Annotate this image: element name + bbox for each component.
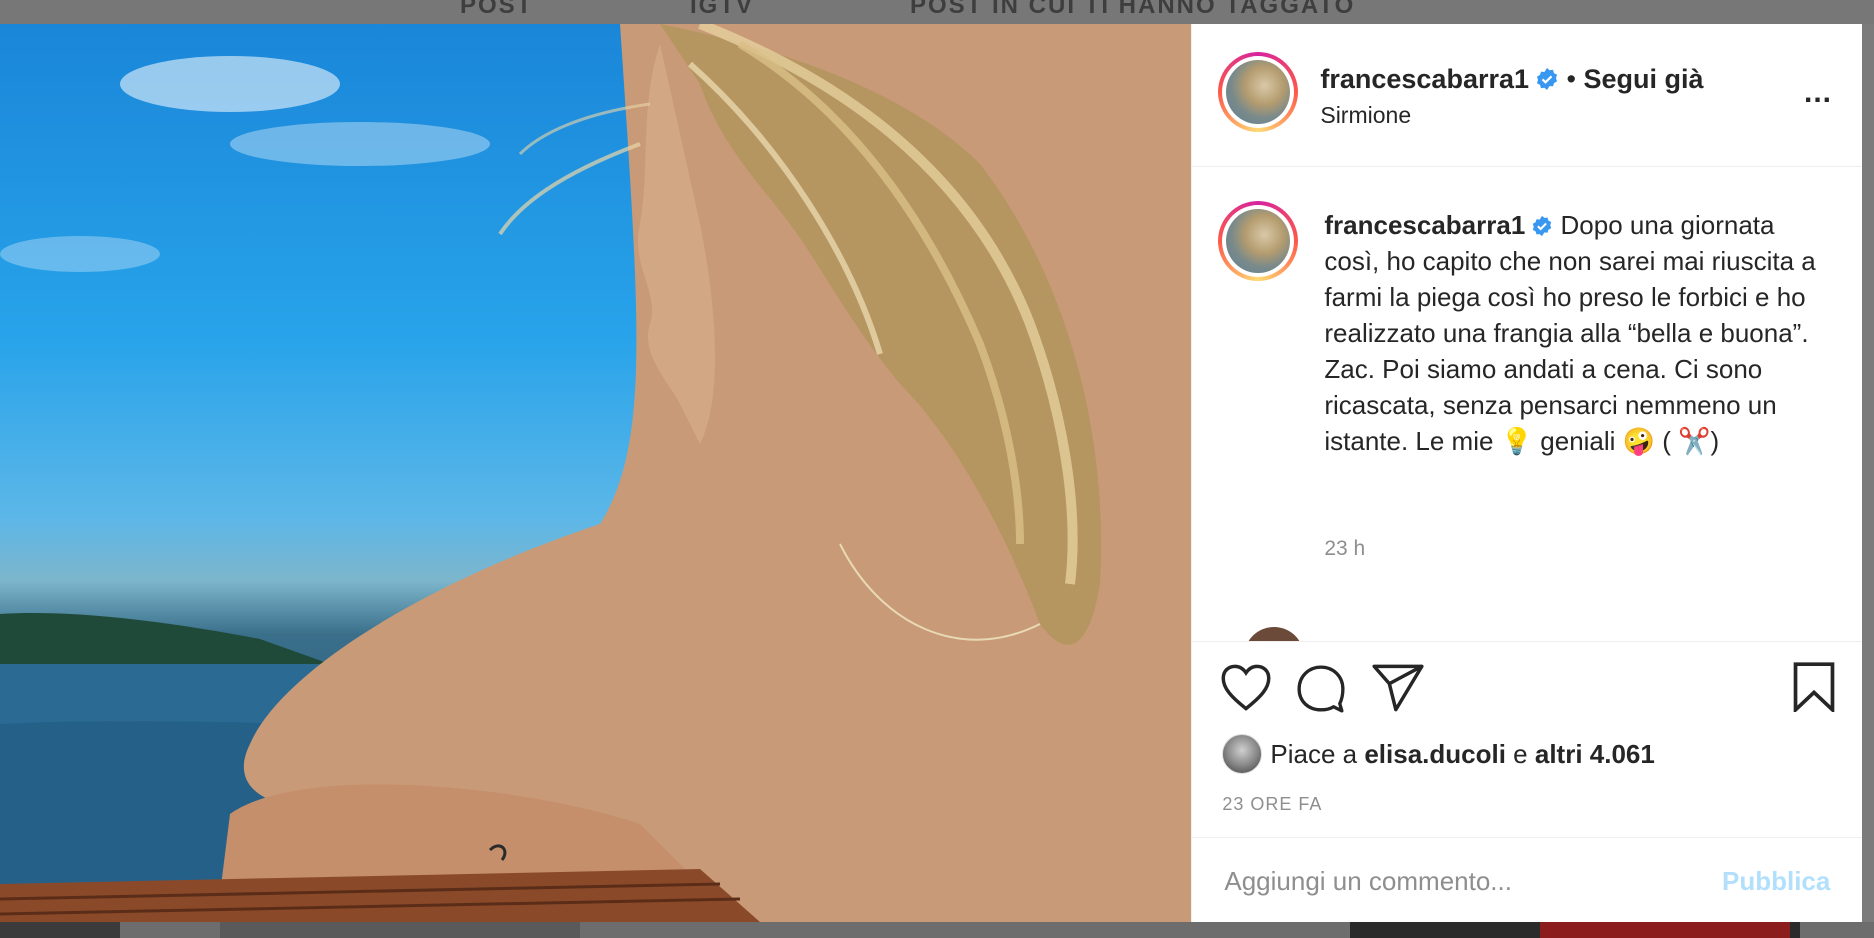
ghost-tab-igtv: IGTV [690, 0, 755, 19]
ghost-tab-tagged: POST IN CUI TI HANNO TAGGATO [910, 0, 1356, 19]
share-icon[interactable] [1372, 664, 1424, 712]
post-header: francescabarra1 • Segui già Sirmione ... [1192, 24, 1862, 167]
post-location[interactable]: Sirmione [1320, 102, 1411, 129]
background-profile-tabs: POST IGTV POST IN CUI TI HANNO TAGGATO [0, 0, 1874, 24]
liker-username[interactable]: elisa.ducoli [1364, 739, 1506, 770]
comment-avatar-partial[interactable] [1244, 627, 1305, 641]
comments-area: francescabarra1 Dopo una giornata così, … [1192, 167, 1862, 641]
follow-status-button[interactable]: Segui già [1584, 64, 1704, 94]
header-separator: • [1566, 64, 1576, 94]
post-timestamp[interactable]: 23 ORE FA [1222, 794, 1322, 815]
header-line: francescabarra1 • Segui già [1320, 64, 1703, 95]
photo-illustration [0, 24, 1192, 922]
caption-text: Dopo una giornata così, ho capito che no… [1324, 210, 1816, 456]
verified-badge-icon [1533, 215, 1552, 237]
comment-icon[interactable] [1296, 664, 1346, 714]
post-actions: Piace a elisa.ducoli e altri 4.061 23 OR… [1192, 641, 1863, 838]
comment-input[interactable] [1222, 858, 1707, 904]
post-caption: francescabarra1 Dopo una giornata così, … [1324, 207, 1824, 459]
more-options-icon[interactable]: ... [1804, 76, 1832, 110]
likes-others-link[interactable]: altri 4.061 [1535, 739, 1655, 770]
liker-avatar[interactable] [1222, 734, 1263, 774]
heart-icon[interactable] [1220, 664, 1272, 712]
caption-author-avatar[interactable] [1218, 201, 1299, 281]
background-grid-strip [0, 922, 1874, 938]
likes-summary: Piace a elisa.ducoli e altri 4.061 [1222, 734, 1655, 774]
ghost-tab-post: POST [460, 0, 534, 19]
verified-badge-icon [1537, 68, 1558, 90]
likes-prefix: Piace a [1270, 738, 1358, 769]
caption-time[interactable]: 23 h [1324, 537, 1365, 561]
author-username[interactable]: francescabarra1 [1320, 64, 1529, 94]
bookmark-icon[interactable] [1792, 662, 1836, 712]
post-photo [0, 24, 1192, 922]
publish-button[interactable]: Pubblica [1722, 866, 1830, 897]
author-avatar[interactable] [1218, 52, 1299, 132]
post-side-panel: francescabarra1 • Segui già Sirmione ...… [1191, 24, 1863, 923]
likes-conj: e [1513, 738, 1528, 769]
comment-form: Pubblica [1192, 837, 1863, 923]
post-modal: francescabarra1 • Segui già Sirmione ...… [0, 24, 1863, 923]
caption-username[interactable]: francescabarra1 [1324, 210, 1525, 240]
